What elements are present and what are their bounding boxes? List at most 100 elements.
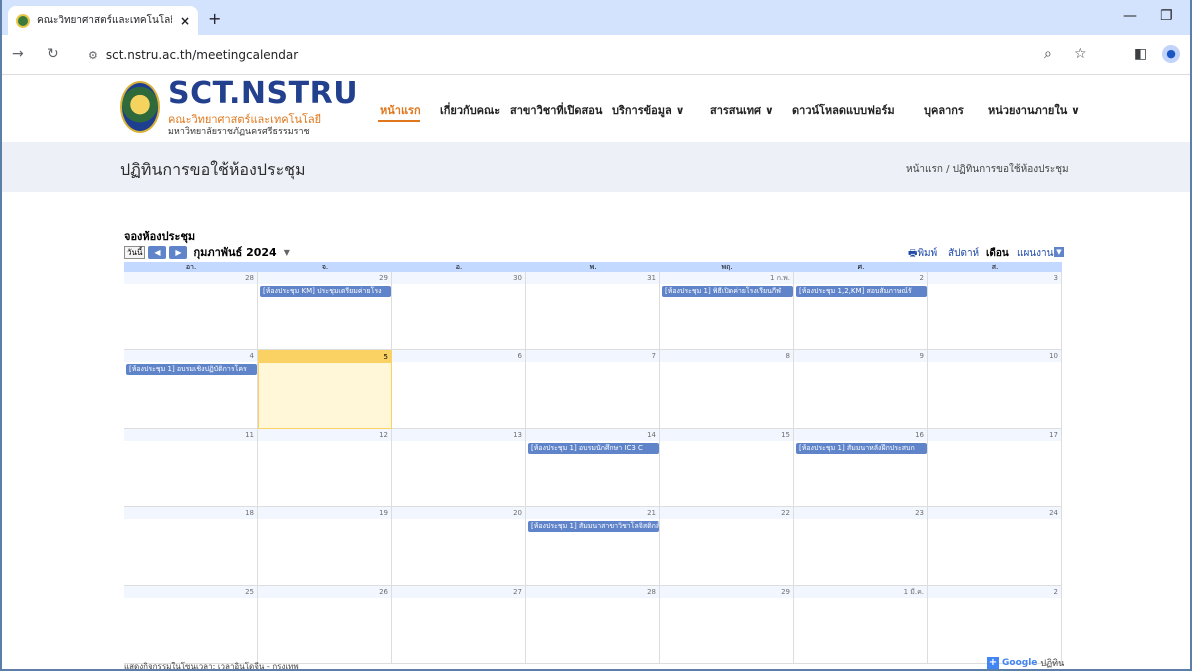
calendar-day-cell[interactable]: 2 [928,585,1062,664]
current-month-label[interactable]: กุมภาพันธ์ 2024 [193,243,276,261]
calendar-day-cell[interactable]: 18 [124,507,258,586]
minimize-icon[interactable]: — [1123,8,1137,24]
day-number[interactable]: 16 [794,428,927,441]
calendar-day-cell[interactable]: 1 มี.ค. [794,585,928,664]
today-button[interactable]: วันนี้ [124,245,146,259]
calendar-day-cell[interactable]: 5 [258,350,392,429]
calendar-event[interactable]: [ห้องประชุม 1] อบรมนักศึกษา IC3 C [528,442,659,454]
day-number[interactable]: 28 [526,585,659,598]
calendar-event[interactable]: [ห้องประชุม 1,2,KM] สอบสัมภาษณ์รั [796,286,927,297]
day-number[interactable]: 31 [526,272,659,284]
forward-icon[interactable]: → [12,46,24,62]
calendar-event[interactable]: [ห้องประชุม 1] อบรมเชิงปฏิบัติการโคร [126,364,257,376]
calendar-day-cell[interactable]: 23 [794,507,928,586]
breadcrumb[interactable]: หน้าแรก / ปฏิทินการขอใช้ห้องประชุม [906,162,1069,177]
day-number[interactable]: 10 [928,350,1061,363]
day-number[interactable]: 23 [794,507,927,520]
tab-close-icon[interactable]: × [180,14,190,28]
day-number[interactable]: 20 [392,507,525,520]
prev-month-button[interactable]: ◀ [148,245,167,259]
calendar-day-cell[interactable]: 8 [660,350,794,429]
day-number[interactable]: 28 [124,272,257,284]
day-number[interactable]: 11 [124,428,257,441]
view-dropdown-icon[interactable]: ▼ [1054,247,1064,257]
calendar-day-cell[interactable]: 10 [928,350,1062,429]
calendar-day-cell[interactable]: 17 [928,428,1062,508]
calendar-event[interactable]: [ห้องประชุม KM] ประชุมเตรียมค่ายโรง [260,286,391,297]
new-tab-button[interactable]: + [208,9,221,28]
side-panel-icon[interactable]: ◧ [1134,46,1147,62]
menu-departments[interactable]: หน่วยงานภายใน ∨ [988,101,1080,119]
google-calendar-link[interactable]: + Google ปฏิทิน [987,656,1064,669]
day-number[interactable]: 4 [124,350,257,363]
menu-home[interactable]: หน้าแรก [380,101,421,119]
day-number[interactable]: 1 ก.พ. [660,272,793,284]
calendar-day-cell[interactable]: 29 [258,272,392,351]
day-number[interactable]: 22 [660,507,793,520]
calendar-day-cell[interactable]: 9 [794,350,928,429]
zoom-icon[interactable]: ⌕ [1044,46,1052,62]
calendar-day-cell[interactable]: 3 [928,272,1062,351]
calendar-day-cell[interactable]: 19 [258,507,392,586]
day-number[interactable]: 24 [928,507,1061,520]
day-number[interactable]: 29 [660,585,793,598]
day-number[interactable]: 2 [928,585,1061,598]
calendar-day-cell[interactable]: 1 ก.พ. [660,272,794,351]
calendar-event[interactable]: [ห้องประชุม 1] สัมมนาสาขาวิชาโลจิสติกส์ [528,521,659,533]
day-number[interactable]: 3 [928,272,1061,284]
menu-about[interactable]: เกี่ยวกับคณะ [440,101,500,119]
view-month-tab[interactable]: เดือน [986,246,1009,261]
day-number[interactable]: 29 [258,272,391,284]
calendar-day-cell[interactable]: 7 [526,350,660,429]
day-number[interactable]: 14 [526,428,659,441]
calendar-event[interactable]: [ห้องประชุม 1] พิธีเปิดค่ายโรงเรียนกีฬ [662,286,793,297]
calendar-day-cell[interactable]: 25 [124,585,258,664]
day-number[interactable]: 30 [392,272,525,284]
view-agenda-tab[interactable]: แผนงาน [1017,246,1053,261]
calendar-day-cell[interactable]: 20 [392,507,526,586]
calendar-day-cell[interactable]: 15 [660,428,794,508]
calendar-day-cell[interactable]: 31 [526,272,660,351]
next-month-button[interactable]: ▶ [169,245,188,259]
calendar-day-cell[interactable]: 2 [794,272,928,351]
print-button[interactable]: 🖶พิมพ์ [908,246,937,263]
site-info-icon[interactable]: ⚙ [88,49,98,62]
calendar-day-cell[interactable]: 16 [794,428,928,508]
calendar-event[interactable]: [ห้องประชุม 1] สัมมนาหลังฝึกประสบก [796,442,927,454]
address-bar[interactable]: ⚙ sct.nstru.ac.th/meetingcalendar [78,41,1108,69]
day-number[interactable]: 15 [660,428,793,441]
day-number[interactable]: 6 [392,350,525,363]
menu-services[interactable]: บริการข้อมูล ∨ [612,101,685,119]
calendar-day-cell[interactable]: 12 [258,428,392,508]
calendar-day-cell[interactable]: 11 [124,428,258,508]
day-number[interactable]: 17 [928,428,1061,441]
calendar-day-cell[interactable]: 21 [526,507,660,586]
maximize-icon[interactable]: ❐ [1160,8,1173,24]
day-number[interactable]: 27 [392,585,525,598]
day-number[interactable]: 26 [258,585,391,598]
day-number[interactable]: 5 [259,351,391,364]
month-picker-caret-icon[interactable]: ▼ [284,248,290,257]
menu-staff[interactable]: บุคลากร [924,101,964,119]
day-number[interactable]: 2 [794,272,927,284]
calendar-day-cell[interactable]: 28 [124,272,258,351]
day-number[interactable]: 19 [258,507,391,520]
day-number[interactable]: 7 [526,350,659,363]
menu-downloads[interactable]: ดาวน์โหลดแบบฟอร์ม [792,101,895,119]
calendar-day-cell[interactable]: 14 [526,428,660,508]
calendar-day-cell[interactable]: 13 [392,428,526,508]
menu-information[interactable]: สารสนเทศ ∨ [710,101,774,119]
day-number[interactable]: 13 [392,428,525,441]
calendar-day-cell[interactable]: 28 [526,585,660,664]
bookmark-star-icon[interactable]: ☆ [1074,46,1087,62]
profile-avatar-icon[interactable]: ● [1162,45,1180,63]
menu-programs[interactable]: สาขาวิชาที่เปิดสอน [510,101,602,119]
calendar-day-cell[interactable]: 27 [392,585,526,664]
site-logo-title[interactable]: SCT.NSTRU [168,76,358,111]
calendar-day-cell[interactable]: 30 [392,272,526,351]
day-number[interactable]: 1 มี.ค. [794,585,927,598]
day-number[interactable]: 18 [124,507,257,520]
calendar-day-cell[interactable]: 29 [660,585,794,664]
day-number[interactable]: 9 [794,350,927,363]
calendar-day-cell[interactable]: 6 [392,350,526,429]
